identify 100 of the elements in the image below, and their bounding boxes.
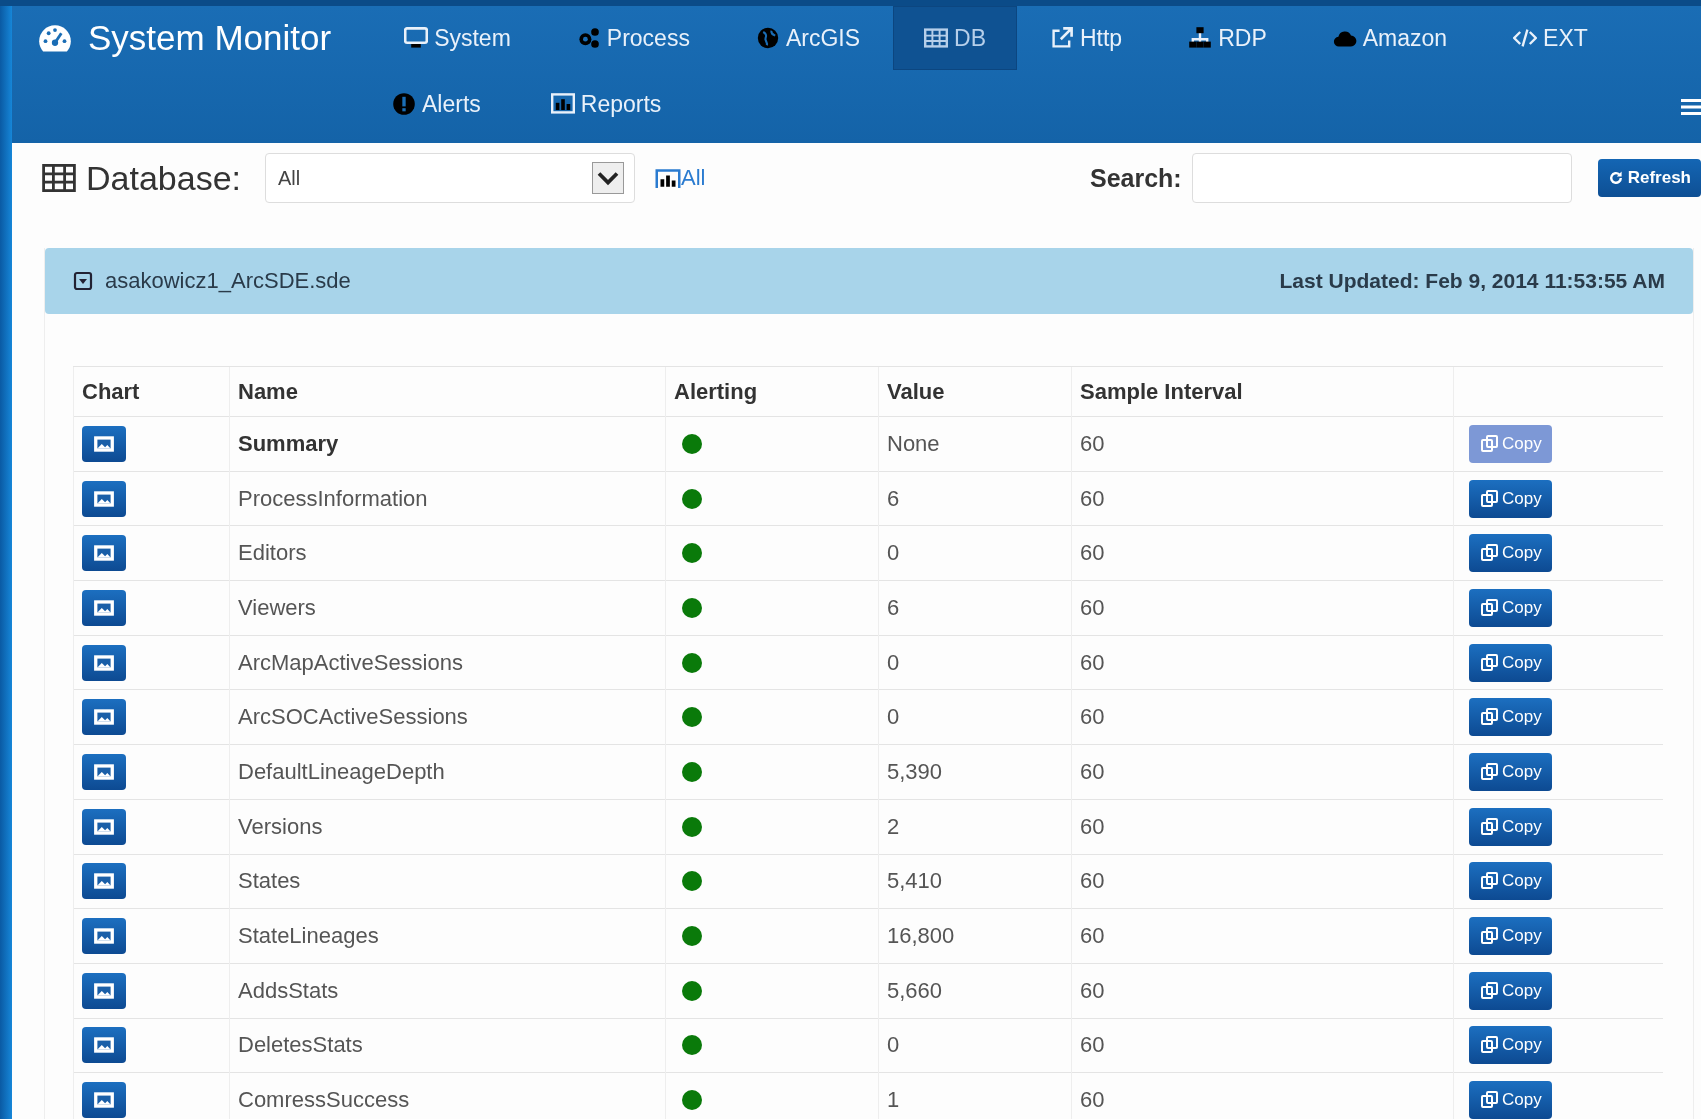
sample-interval: 60 — [1071, 635, 1454, 690]
copy-icon — [1479, 433, 1499, 454]
column-header: Value — [878, 366, 1072, 417]
copy-icon — [1479, 707, 1499, 728]
nav-tab[interactable]: Alerts — [357, 76, 516, 132]
chevron-down-icon[interactable] — [592, 162, 624, 194]
nav-tab[interactable]: System — [371, 6, 544, 70]
nav-tab[interactable]: DB — [893, 6, 1017, 70]
chart-button[interactable] — [82, 644, 126, 681]
picture-icon — [93, 1091, 115, 1110]
chart-button[interactable] — [82, 1082, 126, 1119]
nav-tab[interactable]: Amazon — [1299, 6, 1481, 70]
copy-button[interactable]: Copy — [1469, 917, 1552, 956]
copy-button[interactable]: Copy — [1469, 862, 1552, 901]
external-link-icon — [1050, 26, 1074, 50]
copy-icon — [1479, 597, 1499, 618]
copy-icon — [1479, 488, 1499, 509]
copy-button[interactable]: Copy — [1469, 698, 1552, 737]
nav-tab[interactable]: EXT — [1480, 6, 1621, 70]
sitemap-icon — [1188, 26, 1213, 50]
sample-interval: 60 — [1071, 1072, 1454, 1119]
chart-button[interactable] — [82, 425, 126, 462]
copy-icon — [1479, 652, 1499, 673]
nav-tab[interactable]: Http — [1017, 6, 1156, 70]
sample-interval: 60 — [1071, 689, 1454, 745]
menu-icon[interactable] — [1681, 98, 1701, 116]
copy-button[interactable]: Copy — [1469, 643, 1552, 682]
metric-value: 6 — [878, 471, 1072, 526]
picture-icon — [93, 927, 115, 946]
nav-tab[interactable]: RDP — [1155, 6, 1300, 70]
metric-name: Summary — [229, 416, 666, 472]
copy-button[interactable]: Copy — [1469, 807, 1552, 846]
copy-button[interactable]: Copy — [1469, 752, 1552, 791]
sample-interval: 60 — [1071, 580, 1454, 636]
metric-name: States — [229, 854, 666, 909]
copy-icon — [1479, 543, 1499, 564]
refresh-button[interactable]: Refresh — [1597, 159, 1701, 197]
metric-name: Viewers — [229, 580, 666, 636]
chart-button[interactable] — [82, 918, 126, 955]
sample-interval: 60 — [1071, 963, 1454, 1019]
column-header: Name — [229, 366, 666, 417]
copy-icon — [1479, 980, 1499, 1001]
copy-button[interactable]: Copy — [1469, 588, 1552, 627]
collapse-icon[interactable] — [73, 271, 93, 291]
copy-button[interactable]: Copy — [1469, 534, 1552, 573]
picture-icon — [93, 981, 115, 1000]
code-icon — [1513, 26, 1538, 50]
picture-icon — [93, 598, 115, 617]
chart-button[interactable] — [82, 863, 126, 900]
column-header: Sample Interval — [1071, 366, 1454, 417]
metric-value: 0 — [878, 1018, 1072, 1073]
sample-interval: 60 — [1071, 799, 1454, 854]
nav-tab[interactable]: Reports — [515, 76, 697, 132]
copy-button[interactable]: Copy — [1469, 479, 1552, 518]
chart-button[interactable] — [82, 1027, 126, 1064]
all-charts-link[interactable]: All — [655, 165, 706, 191]
picture-icon — [93, 434, 115, 453]
chart-button[interactable] — [82, 972, 126, 1009]
copy-button[interactable]: Copy — [1469, 1026, 1552, 1065]
metric-name: DeletesStats — [229, 1018, 666, 1073]
database-select[interactable]: All — [265, 153, 635, 203]
metric-name: ComressSuccess — [229, 1072, 666, 1119]
nav-tab[interactable]: Process — [543, 6, 723, 70]
picture-icon — [93, 653, 115, 672]
column-header: Alerting — [665, 366, 879, 417]
metric-value: 16,800 — [878, 908, 1072, 964]
sample-interval: 60 — [1071, 744, 1454, 800]
copy-icon — [1479, 816, 1499, 837]
metric-name: ArcMapActiveSessions — [229, 635, 666, 690]
metric-value: 5,390 — [878, 744, 1072, 800]
database-name: asakowicz1_ArcSDE.sde — [105, 268, 351, 294]
picture-icon — [93, 489, 115, 508]
info-icon — [392, 92, 416, 116]
chart-button[interactable] — [82, 808, 126, 845]
copy-button[interactable]: Copy — [1469, 1081, 1552, 1119]
sample-interval: 60 — [1071, 908, 1454, 964]
chart-button[interactable] — [82, 589, 126, 626]
metric-name: Versions — [229, 799, 666, 854]
metric-name: AddsStats — [229, 963, 666, 1019]
metric-value: 5,660 — [878, 963, 1072, 1019]
search-label: Search: — [1089, 163, 1182, 193]
copy-button[interactable]: Copy — [1469, 971, 1552, 1010]
chart-icon — [550, 92, 575, 116]
search-field[interactable] — [1191, 153, 1572, 203]
chart-button[interactable] — [82, 699, 126, 736]
globe-icon — [755, 26, 780, 50]
chart-button[interactable] — [82, 753, 126, 790]
sample-interval: 60 — [1071, 854, 1454, 909]
sample-interval: 60 — [1071, 416, 1454, 472]
sample-interval: 60 — [1071, 1018, 1454, 1073]
metric-name: DefaultLineageDepth — [229, 744, 666, 800]
picture-icon — [93, 708, 115, 727]
app-title: System Monitor — [88, 18, 332, 58]
nav-tab[interactable]: ArcGIS — [722, 6, 894, 70]
table-icon — [42, 164, 76, 192]
copy-icon — [1479, 761, 1499, 782]
chart-button[interactable] — [82, 480, 126, 517]
last-updated: Last Updated: Feb 9, 2014 11:53:55 AM — [1279, 269, 1665, 293]
chart-button[interactable] — [82, 535, 126, 572]
metric-value: 0 — [878, 689, 1072, 745]
